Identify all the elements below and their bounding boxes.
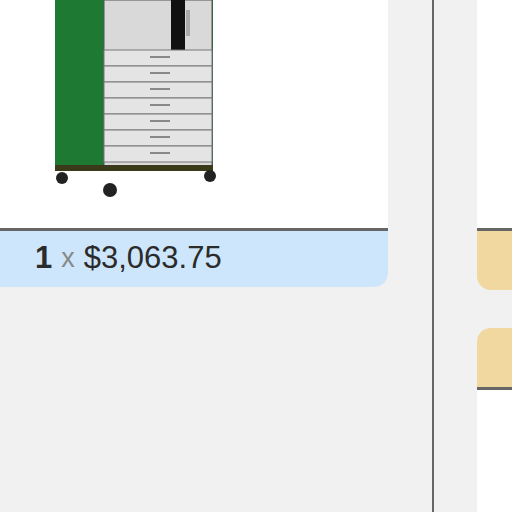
side-card[interactable] xyxy=(477,0,512,290)
side-card[interactable] xyxy=(477,328,512,512)
side-column xyxy=(477,0,512,512)
column-divider xyxy=(432,0,434,512)
product-image xyxy=(0,0,388,228)
quantity: 1 xyxy=(35,240,52,276)
cart-item-card[interactable]: 1x $3,063.75 xyxy=(0,0,388,287)
side-card-body xyxy=(477,0,512,228)
price-strip: 1x $3,063.75 xyxy=(0,228,388,287)
side-card-strip xyxy=(477,228,512,290)
side-card-body xyxy=(477,390,512,512)
side-card-strip xyxy=(477,328,512,390)
cart-column: 1x $3,063.75 xyxy=(0,0,432,512)
times-sign: x xyxy=(61,243,75,274)
cart-page: 1x $3,063.75 xyxy=(0,0,512,512)
price: $3,063.75 xyxy=(84,240,222,276)
tool-cabinet-icon xyxy=(52,0,218,200)
